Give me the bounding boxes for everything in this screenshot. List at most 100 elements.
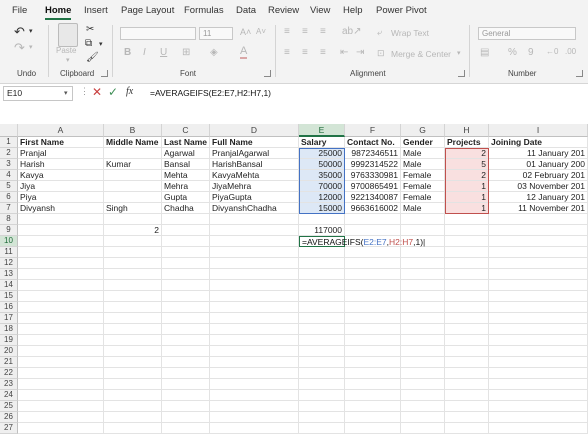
wrap-text-icon[interactable]: ⤶ bbox=[377, 27, 382, 38]
cell-f27[interactable] bbox=[345, 423, 401, 434]
underline-button[interactable]: U bbox=[160, 47, 167, 58]
row-2-header[interactable]: 2 bbox=[0, 148, 18, 159]
cell-d14[interactable] bbox=[210, 280, 299, 291]
cut-icon[interactable]: ✂ bbox=[86, 24, 94, 35]
row-14-header[interactable]: 14 bbox=[0, 280, 18, 291]
row-21-header[interactable]: 21 bbox=[0, 357, 18, 368]
cell-a4[interactable]: Kavya bbox=[18, 170, 104, 181]
cell-d18[interactable] bbox=[210, 324, 299, 335]
cell-b22[interactable] bbox=[104, 368, 162, 379]
cell-h21[interactable] bbox=[445, 357, 489, 368]
cell-e26[interactable] bbox=[299, 412, 345, 423]
increase-decimal-icon[interactable]: ←0 bbox=[546, 47, 558, 56]
cell-g3[interactable]: Male bbox=[401, 159, 445, 170]
clipboard-launcher-icon[interactable] bbox=[101, 70, 108, 77]
row-12-header[interactable]: 12 bbox=[0, 258, 18, 269]
format-painter-icon[interactable]: 🖌 bbox=[86, 52, 99, 63]
cell-i16[interactable] bbox=[489, 302, 588, 313]
cell-e9[interactable]: 117000 bbox=[299, 225, 345, 236]
cell-g17[interactable] bbox=[401, 313, 445, 324]
cell-b17[interactable] bbox=[104, 313, 162, 324]
header-cell-a[interactable]: First Name bbox=[18, 137, 104, 148]
cell-e24[interactable] bbox=[299, 390, 345, 401]
cell-b12[interactable] bbox=[104, 258, 162, 269]
cell-c12[interactable] bbox=[162, 258, 210, 269]
font-name-dropdown[interactable] bbox=[120, 27, 196, 40]
number-launcher-icon[interactable] bbox=[576, 70, 583, 77]
cell-b18[interactable] bbox=[104, 324, 162, 335]
cell-b10[interactable] bbox=[104, 236, 162, 247]
cell-b3[interactable]: Kumar bbox=[104, 159, 162, 170]
cell-g22[interactable] bbox=[401, 368, 445, 379]
cell-d16[interactable] bbox=[210, 302, 299, 313]
cell-i11[interactable] bbox=[489, 247, 588, 258]
cell-f21[interactable] bbox=[345, 357, 401, 368]
row-10-header[interactable]: 10 bbox=[0, 236, 18, 247]
row-11-header[interactable]: 11 bbox=[0, 247, 18, 258]
cell-d19[interactable] bbox=[210, 335, 299, 346]
cell-f20[interactable] bbox=[345, 346, 401, 357]
cell-h9[interactable] bbox=[445, 225, 489, 236]
cell-c7[interactable]: Chadha bbox=[162, 203, 210, 214]
cell-i12[interactable] bbox=[489, 258, 588, 269]
cell-b24[interactable] bbox=[104, 390, 162, 401]
cell-d24[interactable] bbox=[210, 390, 299, 401]
cell-c20[interactable] bbox=[162, 346, 210, 357]
cell-i15[interactable] bbox=[489, 291, 588, 302]
column-d-header[interactable]: D bbox=[210, 124, 299, 137]
row-26-header[interactable]: 26 bbox=[0, 412, 18, 423]
cell-e2[interactable]: 25000 bbox=[299, 148, 345, 159]
cell-g20[interactable] bbox=[401, 346, 445, 357]
cell-g12[interactable] bbox=[401, 258, 445, 269]
cell-d22[interactable] bbox=[210, 368, 299, 379]
cell-e7[interactable]: 15000 bbox=[299, 203, 345, 214]
cell-a5[interactable]: Jiya bbox=[18, 181, 104, 192]
cell-i6[interactable]: 12 January 201 bbox=[489, 192, 588, 203]
cell-c5[interactable]: Mehra bbox=[162, 181, 210, 192]
cell-a13[interactable] bbox=[18, 269, 104, 280]
cell-c25[interactable] bbox=[162, 401, 210, 412]
cell-b2[interactable] bbox=[104, 148, 162, 159]
number-format-dropdown[interactable]: General bbox=[478, 27, 576, 40]
cell-c3[interactable]: Bansal bbox=[162, 159, 210, 170]
cell-g16[interactable] bbox=[401, 302, 445, 313]
decrease-decimal-icon[interactable]: .00 bbox=[565, 47, 576, 56]
align-center-icon[interactable]: ≡ bbox=[302, 47, 308, 58]
fill-color-icon[interactable]: ◈ bbox=[210, 47, 218, 58]
font-size-dropdown[interactable]: 11 bbox=[199, 27, 233, 40]
cell-a25[interactable] bbox=[18, 401, 104, 412]
cell-h8[interactable] bbox=[445, 214, 489, 225]
cell-h3[interactable]: 5 bbox=[445, 159, 489, 170]
cell-a7[interactable]: Divyansh bbox=[18, 203, 104, 214]
cell-g19[interactable] bbox=[401, 335, 445, 346]
undo-icon[interactable]: ↶ bbox=[14, 24, 25, 40]
name-box[interactable]: E10 bbox=[3, 86, 73, 101]
cell-c23[interactable] bbox=[162, 379, 210, 390]
cell-i24[interactable] bbox=[489, 390, 588, 401]
cell-b21[interactable] bbox=[104, 357, 162, 368]
cell-h24[interactable] bbox=[445, 390, 489, 401]
cell-f18[interactable] bbox=[345, 324, 401, 335]
cell-h17[interactable] bbox=[445, 313, 489, 324]
cell-e19[interactable] bbox=[299, 335, 345, 346]
cell-d13[interactable] bbox=[210, 269, 299, 280]
cancel-icon[interactable]: ✕ bbox=[92, 85, 102, 99]
cell-e22[interactable] bbox=[299, 368, 345, 379]
cell-c6[interactable]: Gupta bbox=[162, 192, 210, 203]
row-25-header[interactable]: 25 bbox=[0, 401, 18, 412]
cell-a18[interactable] bbox=[18, 324, 104, 335]
cell-c9[interactable] bbox=[162, 225, 210, 236]
decrease-indent-icon[interactable]: ⇤ bbox=[340, 47, 348, 58]
cell-f12[interactable] bbox=[345, 258, 401, 269]
cell-a9[interactable] bbox=[18, 225, 104, 236]
cell-f9[interactable] bbox=[345, 225, 401, 236]
cell-a27[interactable] bbox=[18, 423, 104, 434]
cell-d27[interactable] bbox=[210, 423, 299, 434]
cell-f16[interactable] bbox=[345, 302, 401, 313]
cell-i14[interactable] bbox=[489, 280, 588, 291]
cell-f23[interactable] bbox=[345, 379, 401, 390]
cell-i25[interactable] bbox=[489, 401, 588, 412]
tab-data[interactable]: Data bbox=[236, 5, 256, 16]
cell-b19[interactable] bbox=[104, 335, 162, 346]
cell-c22[interactable] bbox=[162, 368, 210, 379]
